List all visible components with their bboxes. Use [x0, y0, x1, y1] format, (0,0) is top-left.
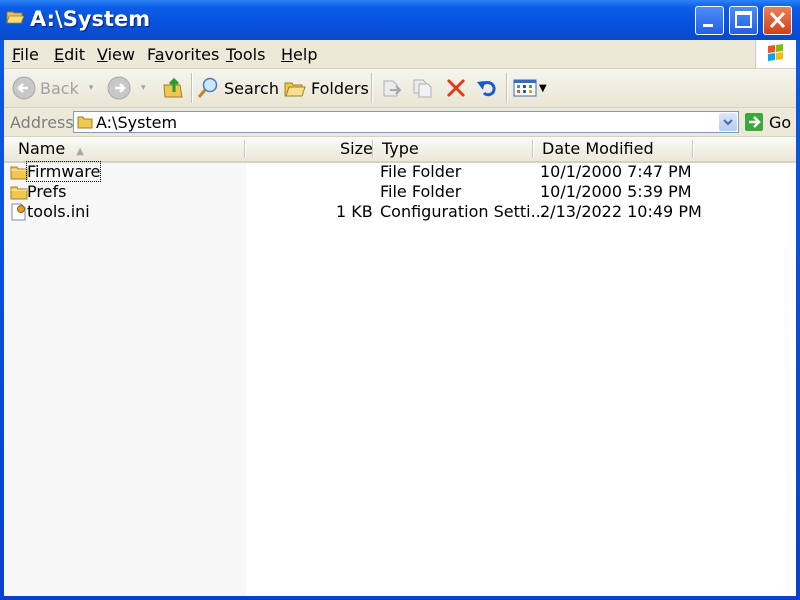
menu-bar: File Edit View Favorites Tools Help: [4, 40, 796, 69]
column-divider[interactable]: [692, 140, 694, 158]
folders-button[interactable]: Folders: [283, 75, 369, 101]
menu-view[interactable]: View: [97, 45, 135, 64]
toolbar-separator: [506, 73, 508, 103]
views-icon: [513, 79, 537, 97]
toolbar-separator: [191, 73, 193, 103]
address-input[interactable]: A:\System: [73, 111, 739, 133]
folder-icon: [77, 116, 93, 129]
file-size: 1 KB: [336, 202, 373, 221]
file-type: File Folder: [380, 182, 462, 201]
address-bar: Address A:\System Go: [4, 108, 796, 137]
chevron-down-icon: [723, 119, 733, 126]
folder-up-icon: [163, 77, 183, 98]
column-divider[interactable]: [372, 140, 374, 158]
windows-flag-icon: [768, 44, 783, 61]
menu-favorites[interactable]: Favorites: [147, 45, 219, 64]
menu-edit[interactable]: Edit: [54, 45, 85, 64]
forward-button[interactable]: ▾: [107, 75, 146, 101]
column-type[interactable]: Type: [382, 139, 419, 158]
copy-to-icon: [413, 79, 432, 98]
address-label: Address: [10, 113, 74, 132]
back-arrow-icon: [12, 76, 36, 100]
standard-toolbar: Back ▾ ▾ Search Folders ▼: [4, 69, 796, 108]
column-header: Name ▲ Size Type Date Modified: [4, 137, 796, 163]
file-type: Configuration Setti...: [380, 202, 546, 221]
copy-to-button[interactable]: [411, 75, 435, 101]
move-to-button[interactable]: [380, 75, 404, 101]
windows-logo: [755, 40, 796, 68]
menu-file[interactable]: File: [12, 45, 39, 64]
back-dropdown-icon[interactable]: ▾: [89, 83, 94, 93]
file-modified: 10/1/2000 5:39 PM: [540, 182, 692, 201]
forward-dropdown-icon[interactable]: ▾: [141, 83, 146, 93]
go-button[interactable]: Go: [744, 111, 791, 133]
search-button[interactable]: Search: [196, 75, 279, 101]
folder-icon: [10, 166, 28, 180]
views-dropdown-icon: ▼: [539, 82, 547, 94]
column-divider[interactable]: [244, 140, 246, 158]
maximize-icon: [735, 11, 752, 28]
sort-ascending-icon: ▲: [76, 146, 84, 157]
file-name: Prefs: [27, 182, 67, 201]
file-list-view[interactable]: Name ▲ Size Type Date Modified Firmware …: [4, 137, 796, 596]
delete-icon: [446, 78, 466, 98]
forward-arrow-icon: [107, 76, 131, 100]
views-button[interactable]: ▼: [513, 75, 547, 101]
address-value: A:\System: [96, 113, 178, 132]
close-button[interactable]: [763, 6, 792, 35]
column-divider[interactable]: [532, 140, 534, 158]
maximize-button[interactable]: [729, 6, 758, 35]
folder-open-icon: [6, 11, 24, 24]
undo-button[interactable]: [475, 75, 499, 101]
file-name: tools.ini: [27, 202, 90, 221]
title-bar[interactable]: A:\System: [0, 0, 800, 40]
move-to-icon: [383, 80, 402, 97]
file-modified: 2/13/2022 10:49 PM: [540, 202, 702, 221]
menu-help[interactable]: Help: [281, 45, 317, 64]
minimize-button[interactable]: [695, 6, 724, 35]
toolbar-separator: [371, 73, 373, 103]
file-row[interactable]: Prefs File Folder 10/1/2000 5:39 PM: [4, 182, 796, 202]
delete-button[interactable]: [444, 75, 468, 101]
folder-icon: [10, 186, 28, 200]
explorer-window: A:\System File Edit View Favorites Tools…: [0, 0, 800, 600]
column-size[interactable]: Size: [340, 139, 373, 158]
up-folder-button[interactable]: [162, 75, 184, 101]
file-type: File Folder: [380, 162, 462, 181]
client-area: File Edit View Favorites Tools Help Back…: [4, 40, 796, 596]
column-date-modified[interactable]: Date Modified: [542, 139, 654, 158]
go-arrow-icon: [745, 113, 763, 131]
menu-tools[interactable]: Tools: [226, 45, 265, 64]
close-icon: [769, 11, 786, 29]
file-row[interactable]: Firmware File Folder 10/1/2000 7:47 PM: [4, 161, 796, 182]
folders-icon: [284, 82, 306, 97]
file-row[interactable]: tools.ini 1 KB Configuration Setti... 2/…: [4, 202, 796, 222]
undo-icon: [477, 81, 496, 97]
search-icon: [197, 77, 218, 98]
column-name[interactable]: Name ▲: [18, 139, 84, 158]
address-dropdown-button[interactable]: [719, 113, 737, 131]
file-name: Firmware: [25, 161, 102, 182]
file-modified: 10/1/2000 7:47 PM: [540, 162, 692, 181]
window-title: A:\System: [30, 7, 151, 31]
back-button[interactable]: Back ▾: [12, 75, 93, 101]
config-file-icon: [11, 203, 26, 221]
minimize-icon: [703, 24, 713, 27]
